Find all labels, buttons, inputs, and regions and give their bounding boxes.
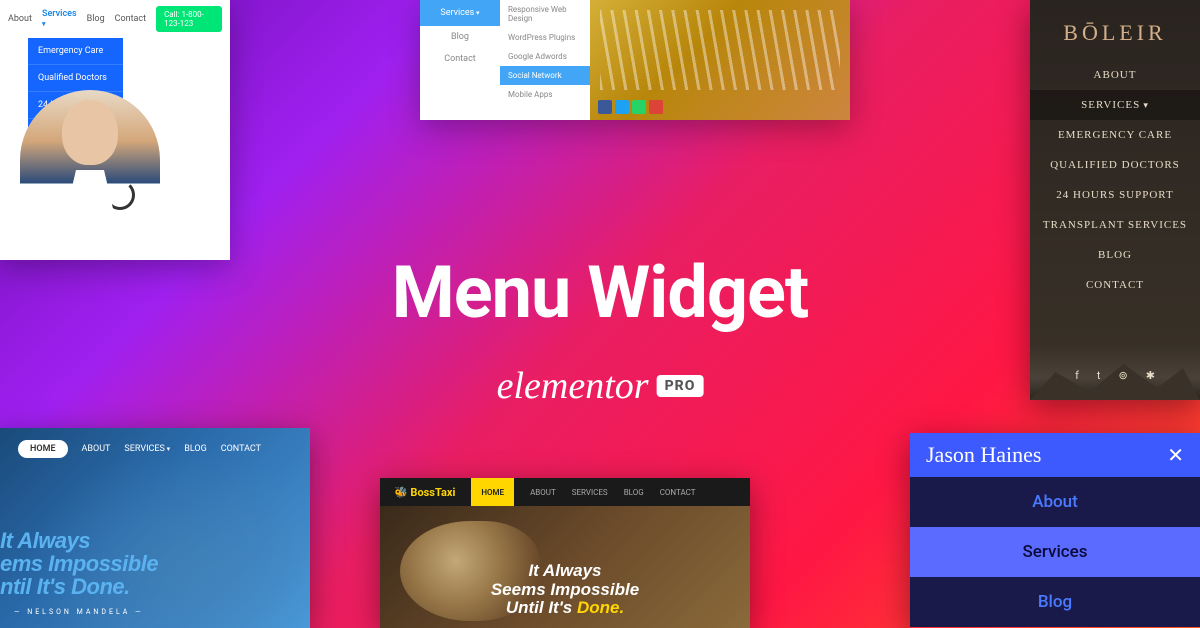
whatsapp-icon[interactable]: [632, 100, 646, 114]
nav-item-services[interactable]: Services: [42, 9, 77, 29]
site-name[interactable]: Jason Haines: [926, 442, 1041, 468]
social-icons: [598, 100, 663, 114]
hero-image: [590, 0, 850, 120]
example-boleir-site: BŌLEIR About Services Emergency Care Qua…: [1030, 0, 1200, 400]
example-mobile-menu: Jason Haines ✕ About Services Blog: [910, 433, 1200, 628]
nav-item-home[interactable]: HOME: [471, 478, 514, 506]
nav-item-about[interactable]: ABOUT: [82, 444, 111, 454]
example-agency-site: Services Blog Contact Responsive Web Des…: [420, 0, 850, 120]
nav-item-about[interactable]: ABOUT: [530, 488, 556, 497]
nav-item-blog[interactable]: Blog: [1030, 240, 1200, 270]
submenu-item[interactable]: Emergency Care: [28, 38, 123, 65]
submenu-item[interactable]: Google Adwords: [500, 47, 590, 66]
nav-item-blog[interactable]: Blog: [420, 26, 500, 48]
nav-item-services[interactable]: SERVICES: [572, 488, 608, 497]
nav-item-contact[interactable]: Contact: [1030, 270, 1200, 300]
nav-bar: HOME ABOUT SERVICES BLOG CONTACT: [0, 428, 310, 470]
submenu-item[interactable]: Qualified Doctors: [1030, 150, 1200, 180]
hero-quote: It Always ems Impossible ntil It's Done.: [0, 529, 158, 598]
submenu-item-active[interactable]: Social Network: [500, 66, 590, 85]
submenu-item[interactable]: Qualified Doctors: [28, 65, 123, 92]
submenu-item[interactable]: Responsive Web Design: [500, 0, 590, 28]
submenu-item[interactable]: Transplant Services: [1030, 210, 1200, 240]
example-medical-site: About Services Blog Contact Call: 1-800-…: [0, 0, 230, 260]
nav-item-home[interactable]: HOME: [18, 440, 68, 458]
nav-item-blog[interactable]: Blog: [910, 577, 1200, 627]
submenu-item[interactable]: WordPress Plugins: [500, 28, 590, 47]
vertical-menu: Services Blog Contact: [420, 0, 500, 120]
twitter-icon[interactable]: t: [1097, 369, 1101, 382]
nav-item-about[interactable]: About: [8, 14, 32, 24]
vertical-menu: About Services Emergency Care Qualified …: [1030, 60, 1200, 300]
nav-item-contact[interactable]: CONTACT: [221, 444, 261, 454]
site-logo[interactable]: BŌLEIR: [1030, 0, 1200, 60]
main-title: Menu Widget: [392, 250, 808, 335]
submenu-item[interactable]: Mobile Apps: [500, 85, 590, 104]
quote-author: — NELSON MANDELA —: [14, 608, 144, 616]
social-icons: f t ⊚ ✱: [1030, 369, 1200, 382]
nav-item-about[interactable]: About: [1030, 60, 1200, 90]
example-sport-site: HOME ABOUT SERVICES BLOG CONTACT It Alwa…: [0, 428, 310, 628]
google-icon[interactable]: [649, 100, 663, 114]
close-icon[interactable]: ✕: [1167, 443, 1184, 467]
brand-name: elementor: [497, 364, 649, 408]
tripadvisor-icon[interactable]: ⊚: [1119, 369, 1128, 382]
nav-item-blog[interactable]: BLOG: [624, 488, 644, 497]
pro-badge: PRO: [657, 375, 704, 397]
menu-items: About Services Blog: [910, 477, 1200, 627]
facebook-icon[interactable]: [598, 100, 612, 114]
nav-item-services[interactable]: Services: [910, 527, 1200, 577]
submenu-item[interactable]: Emergency Care: [1030, 120, 1200, 150]
nav-item-services[interactable]: Services: [420, 0, 500, 26]
facebook-icon[interactable]: f: [1075, 369, 1079, 382]
brand-line: elementor PRO: [497, 364, 704, 408]
example-bosstaxi-site: 🐝 BossTaxi HOME ABOUT SERVICES BLOG CONT…: [380, 478, 750, 628]
nav-item-contact[interactable]: CONTACT: [660, 488, 696, 497]
nav-item-blog[interactable]: Blog: [87, 14, 105, 24]
doctor-image: [20, 90, 160, 260]
yelp-icon[interactable]: ✱: [1146, 369, 1155, 382]
nav-item-services[interactable]: SERVICES: [124, 444, 170, 454]
submenu-panel: Responsive Web Design WordPress Plugins …: [500, 0, 590, 120]
site-logo[interactable]: 🐝 BossTaxi: [394, 486, 455, 499]
nav-item-contact[interactable]: Contact: [420, 48, 500, 70]
twitter-icon[interactable]: [615, 100, 629, 114]
nav-bar: 🐝 BossTaxi HOME ABOUT SERVICES BLOG CONT…: [380, 478, 750, 506]
submenu-item[interactable]: 24 Hours Support: [1030, 180, 1200, 210]
nav-item-about[interactable]: About: [910, 477, 1200, 527]
hero-image: It Always Seems Impossible Until It's Do…: [380, 506, 750, 628]
nav-item-blog[interactable]: BLOG: [184, 444, 207, 454]
nav-bar: About Services Blog Contact Call: 1-800-…: [0, 0, 230, 38]
menu-header: Jason Haines ✕: [910, 433, 1200, 477]
nav-item-services[interactable]: Services: [1030, 90, 1200, 120]
hero-quote: It Always Seems Impossible Until It's Do…: [491, 562, 639, 618]
call-button[interactable]: Call: 1-800-123-123: [156, 6, 222, 32]
nav-item-contact[interactable]: Contact: [115, 14, 146, 24]
